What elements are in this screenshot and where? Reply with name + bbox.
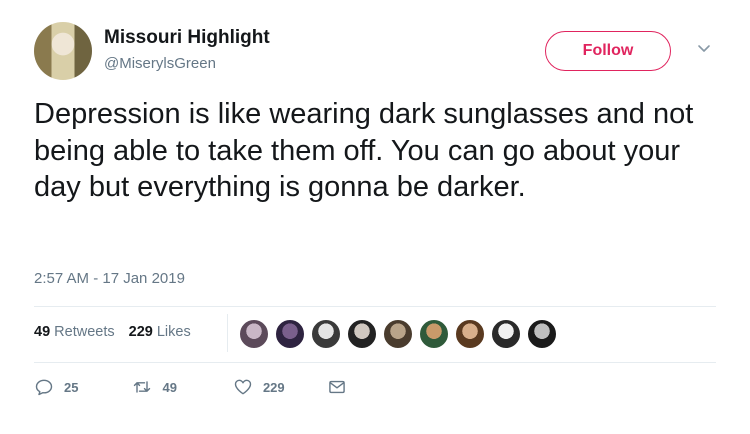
tweet-actions: 25 49 229 — [34, 377, 347, 397]
retweets-stat[interactable]: 49 Retweets — [34, 324, 115, 340]
reply-count: 25 — [64, 379, 79, 395]
tweet-text: Depression is like wearing dark sunglass… — [34, 98, 694, 203]
retweets-label: Retweets — [54, 324, 115, 340]
divider — [34, 362, 716, 363]
tweet-stats: 49 Retweets 229 Likes — [34, 324, 191, 340]
author-handle[interactable]: @MiserylsGreen — [104, 55, 216, 72]
likes-label: Likes — [156, 324, 191, 340]
author-name[interactable]: Missouri Highlight — [104, 27, 270, 49]
likes-stat[interactable]: 229 Likes — [129, 324, 191, 340]
stats-separator — [227, 314, 228, 352]
liker-avatar[interactable] — [490, 318, 522, 350]
retweet-button[interactable]: 49 — [132, 377, 177, 397]
heart-icon — [234, 379, 252, 395]
reply-button[interactable]: 25 — [34, 377, 78, 397]
tweet-card: Missouri Highlight @MiserylsGreen Follow… — [0, 0, 750, 434]
likes-count: 229 — [128, 324, 153, 340]
liker-avatar[interactable] — [346, 318, 378, 350]
liker-avatar[interactable] — [454, 318, 486, 350]
liker-avatar[interactable] — [238, 318, 270, 350]
like-button[interactable]: 229 — [233, 377, 285, 397]
follow-button[interactable]: Follow — [545, 31, 671, 71]
avatar[interactable] — [34, 22, 92, 80]
likers-avatars — [238, 318, 562, 350]
liker-avatar[interactable] — [274, 318, 306, 350]
message-icon — [328, 380, 345, 394]
reply-icon — [35, 379, 53, 396]
chevron-down-icon[interactable] — [696, 40, 712, 56]
liker-avatar[interactable] — [310, 318, 342, 350]
retweet-icon — [134, 381, 151, 393]
retweets-count: 49 — [34, 324, 51, 340]
like-count: 229 — [262, 379, 285, 395]
liker-avatar[interactable] — [526, 318, 558, 350]
retweet-count: 49 — [162, 379, 177, 395]
liker-avatar[interactable] — [418, 318, 450, 350]
liker-avatar[interactable] — [382, 318, 414, 350]
tweet-timestamp[interactable]: 2:57 AM - 17 Jan 2019 — [34, 270, 185, 287]
direct-message-button[interactable] — [327, 377, 347, 397]
divider — [34, 306, 716, 307]
